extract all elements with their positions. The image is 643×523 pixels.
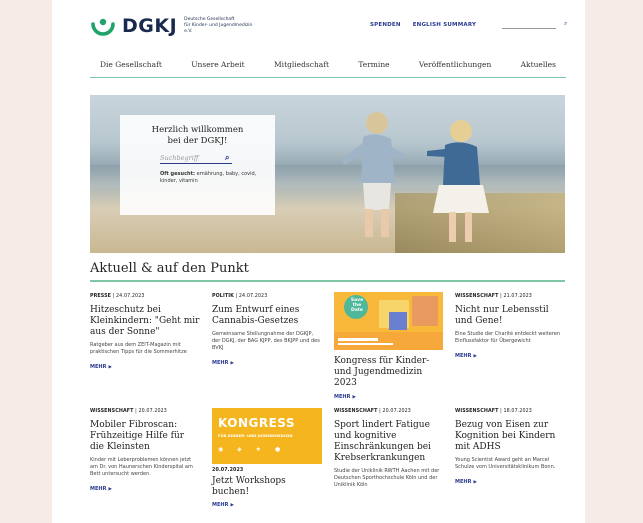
card-desc: Kinder mit Leberproblemen können jetzt a… [90, 457, 193, 477]
news-card[interactable]: POLITIK | 24.07.2023 Zum Entwurf eines C… [212, 294, 322, 366]
kongress-banner[interactable]: KONGRESS FÜR KINDER- UND JUGENDMEDIZIN ◉… [212, 408, 322, 464]
card-desc: Gemeinsame Stellungnahme der DGKJP, der … [212, 331, 320, 351]
card-title[interactable]: Nicht nur Lebensstil und Gene! [455, 305, 565, 327]
page: DGKJ Deutsche Gesellschaft für Kinder- un… [52, 0, 585, 523]
card-title[interactable]: Bezug von Eisen zur Kognition bei Kinder… [455, 420, 565, 453]
nav-item-termine[interactable]: Termine [348, 60, 399, 77]
card-desc: Young Scientist Award geht an Marcel Sch… [455, 457, 556, 470]
logo[interactable]: DGKJ Deutsche Gesellschaft für Kinder- un… [90, 13, 254, 39]
card-meta: WISSENSCHAFT | 18.07.2023 [455, 409, 532, 414]
nav-item-aktuelles[interactable]: Aktuelles [511, 60, 566, 77]
kongress-title: KONGRESS [218, 416, 296, 430]
card-meta: WISSENSCHAFT | 21.07.2023 [455, 294, 532, 299]
section-divider [90, 280, 565, 282]
card-meta: POLITIK | 24.07.2023 [212, 294, 268, 299]
card-title[interactable]: Kongress für Kinder- und Jugendmedizin 2… [334, 356, 444, 389]
more-link[interactable]: MEHR ▶ [212, 360, 322, 366]
card-title[interactable]: Zum Entwurf eines Cannabis-Gesetzes [212, 305, 322, 327]
english-summary-link[interactable]: ENGLISH SUMMARY [413, 22, 476, 28]
card-title[interactable]: Jetzt Workshops buchen! [212, 476, 322, 498]
search-icon[interactable]: ⌕ [564, 20, 567, 28]
more-link[interactable]: MEHR ▶ [455, 353, 565, 359]
logo-word: DGKJ [122, 15, 178, 37]
header-search-input[interactable] [502, 21, 556, 29]
more-link[interactable]: MEHR ▶ [334, 394, 444, 400]
arrow-right-icon: ▶ [352, 394, 356, 400]
kongress-subtitle: FÜR KINDER- UND JUGENDMEDIZIN [218, 433, 293, 438]
more-link[interactable]: MEHR ▶ [90, 486, 200, 492]
logo-mark-icon [91, 18, 115, 36]
news-card[interactable]: 20.07.2023 Jetzt Workshops buchen! MEHR ▶ [212, 468, 322, 508]
card-desc: Studie der Uniklinik RWTH Aachen mit der… [334, 468, 440, 488]
logo-subtitle: Deutsche Gesellschaft für Kinder- und Jug… [184, 17, 253, 34]
save-the-date-image[interactable]: Save the Date [334, 292, 443, 350]
welcome-box: Herzlich willkommen bei der DGKJ! Suchbeg… [120, 115, 275, 215]
more-link[interactable]: MEHR ▶ [90, 364, 200, 370]
arrow-right-icon: ▶ [230, 360, 234, 366]
card-desc: Ratgeber aus dem ZEIT-Magazin mit prakti… [90, 342, 187, 355]
news-card[interactable]: PRESSE | 24.07.2023 Hitzeschutz bei Klei… [90, 294, 200, 370]
card-meta: WISSENSCHAFT | 20.07.2023 [90, 409, 167, 414]
news-card[interactable]: Kongress für Kinder- und Jugendmedizin 2… [334, 354, 444, 400]
save-date-text: Save the Date [350, 298, 364, 313]
top-links: SPENDEN ENGLISH SUMMARY [370, 22, 476, 28]
nav-item-mitgliedschaft[interactable]: Mitgliedschaft [264, 60, 339, 77]
hero-child-left [341, 112, 405, 237]
hero-search-input[interactable]: Suchbegriff [160, 154, 232, 164]
frequent-searches: Oft gesucht: ernährung, baby, covid, kin… [160, 171, 257, 184]
card-meta: PRESSE | 24.07.2023 [90, 294, 145, 299]
card-title[interactable]: Mobiler Fibroscan: Frühzeitige Hilfe für… [90, 420, 200, 453]
kongress-icons: ◉ ◈ ★ ● [218, 446, 287, 453]
news-card[interactable]: WISSENSCHAFT | 21.07.2023 Nicht nur Lebe… [455, 294, 565, 359]
arrow-right-icon: ▶ [230, 502, 234, 508]
hero-image: Herzlich willkommen bei der DGKJ! Suchbeg… [90, 95, 565, 253]
nav-item-unsere-arbeit[interactable]: Unsere Arbeit [181, 60, 255, 77]
section-title: Aktuell & auf den Punkt [90, 261, 249, 276]
arrow-right-icon: ▶ [108, 486, 112, 492]
welcome-title: Herzlich willkommen bei der DGKJ! [151, 125, 244, 146]
donate-link[interactable]: SPENDEN [370, 22, 401, 28]
more-link[interactable]: MEHR ▶ [455, 479, 565, 485]
news-card[interactable]: WISSENSCHAFT | 20.07.2023 Sport lindert … [334, 409, 444, 489]
card-title[interactable]: Sport lindert Fatigue und kognitive Eins… [334, 420, 444, 464]
card-meta: 20.07.2023 [212, 468, 244, 473]
more-link[interactable]: MEHR ▶ [212, 502, 322, 508]
nav-item-gesellschaft[interactable]: Die Gesellschaft [90, 60, 172, 77]
card-meta: WISSENSCHAFT | 20.07.2023 [334, 409, 411, 414]
arrow-right-icon: ▶ [473, 353, 477, 359]
hero-search-icon[interactable]: ⌕ [225, 153, 229, 163]
news-card[interactable]: WISSENSCHAFT | 20.07.2023 Mobiler Fibros… [90, 409, 200, 492]
news-card[interactable]: WISSENSCHAFT | 18.07.2023 Bezug von Eise… [455, 409, 565, 485]
hero-child-right [427, 120, 489, 242]
card-title[interactable]: Hitzeschutz bei Kleinkindern: "Geht mir … [90, 305, 200, 338]
arrow-right-icon: ▶ [473, 479, 477, 485]
arrow-right-icon: ▶ [108, 364, 112, 370]
nav-item-veroeffentlichungen[interactable]: Veröffentlichungen [409, 60, 501, 77]
main-nav: Die Gesellschaft Unsere Arbeit Mitglieds… [90, 60, 566, 78]
card-desc: Eine Studie der Charité entdeckt weitere… [455, 331, 561, 344]
